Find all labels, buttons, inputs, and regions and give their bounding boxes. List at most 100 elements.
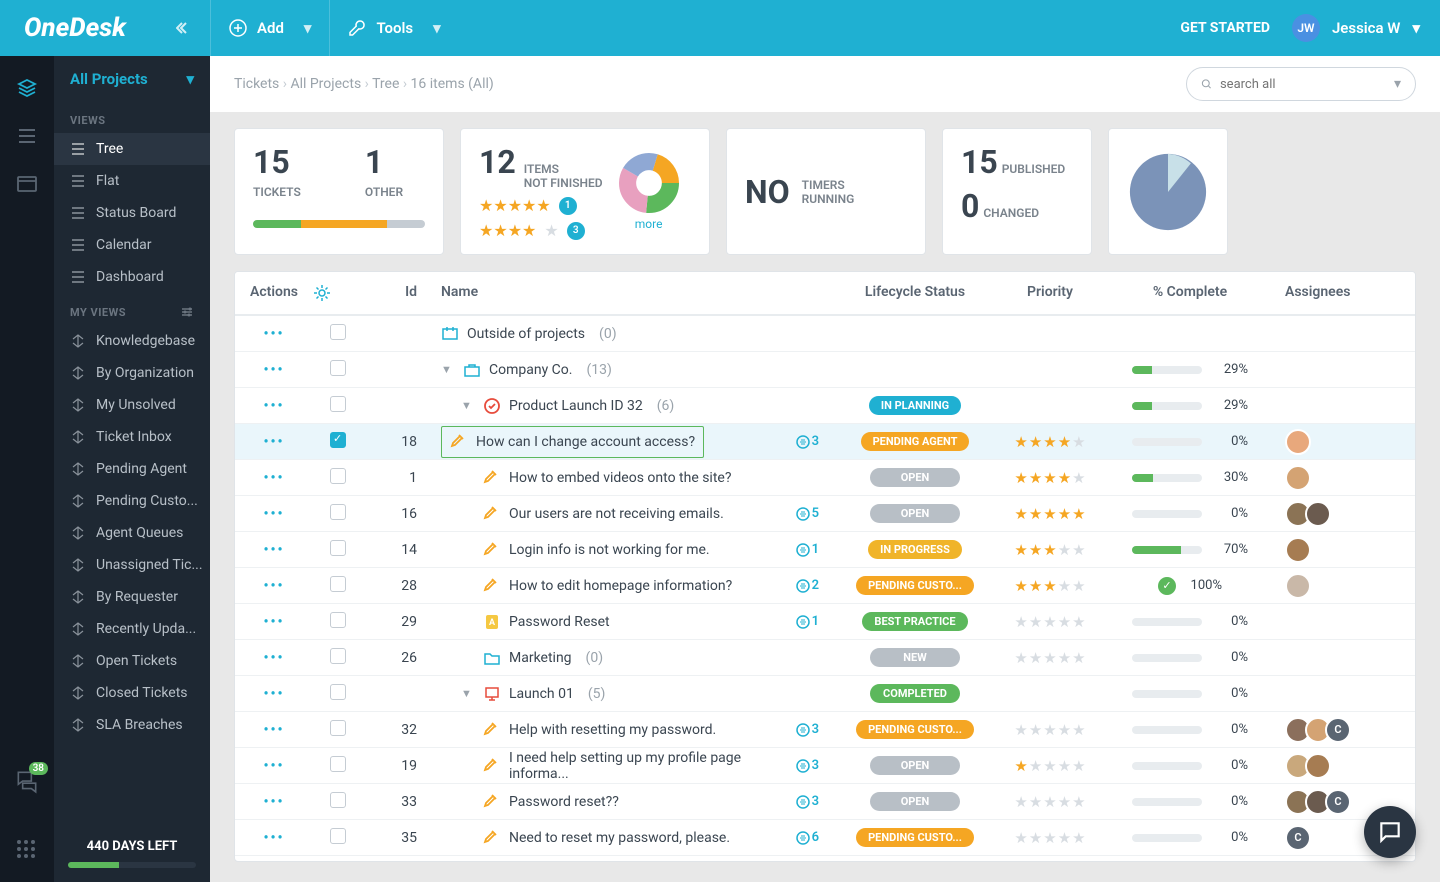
chat-fab[interactable] bbox=[1364, 806, 1416, 858]
assignees-cell[interactable] bbox=[1285, 753, 1415, 779]
sidebar-myview-item[interactable]: Open Tickets bbox=[54, 645, 210, 677]
expand-caret-icon[interactable]: ▼ bbox=[441, 363, 455, 376]
row-checkbox[interactable] bbox=[330, 468, 346, 484]
search-box[interactable]: ▾ bbox=[1186, 67, 1416, 101]
status-pill[interactable]: PENDING AGENT bbox=[861, 432, 970, 451]
status-pill[interactable]: OPEN bbox=[870, 792, 960, 811]
row-actions-button[interactable]: ••• bbox=[263, 722, 284, 738]
assignees-cell[interactable] bbox=[1285, 537, 1415, 563]
sidebar-myview-item[interactable]: Unassigned Tic... bbox=[54, 549, 210, 581]
breadcrumb-item[interactable]: Tree bbox=[372, 76, 399, 92]
assignees-cell[interactable] bbox=[1285, 573, 1415, 599]
assignees-cell[interactable]: C bbox=[1285, 717, 1415, 743]
sidebar-view-item[interactable]: Tree bbox=[54, 133, 210, 165]
expand-caret-icon[interactable]: ▼ bbox=[461, 687, 475, 700]
table-row[interactable]: •••28How to edit homepage information?2P… bbox=[235, 568, 1415, 604]
status-pill[interactable]: OPEN bbox=[870, 756, 960, 775]
progress-cell[interactable]: 29% bbox=[1105, 398, 1275, 413]
row-actions-button[interactable]: ••• bbox=[263, 326, 284, 342]
status-pill[interactable]: IN PLANNING bbox=[869, 396, 961, 415]
table-row[interactable]: •••▼Launch 01(5)COMPLETED0% bbox=[235, 676, 1415, 712]
message-count-badge[interactable]: 1 bbox=[796, 542, 819, 557]
rail-list-icon[interactable] bbox=[15, 124, 39, 148]
sidebar-view-item[interactable]: Flat bbox=[54, 165, 210, 197]
message-count-badge[interactable]: 3 bbox=[796, 758, 819, 773]
row-actions-button[interactable]: ••• bbox=[263, 470, 284, 486]
avatar[interactable]: C bbox=[1325, 789, 1351, 815]
sidebar-view-item[interactable]: Dashboard bbox=[54, 261, 210, 293]
chevron-down-icon[interactable]: ▾ bbox=[1394, 76, 1401, 92]
priority-stars[interactable]: ★★★★★ bbox=[995, 577, 1105, 595]
progress-cell[interactable]: 70% bbox=[1105, 542, 1275, 557]
progress-cell[interactable]: 0% bbox=[1105, 506, 1275, 521]
col-priority[interactable]: Priority bbox=[995, 284, 1105, 302]
sidebar-myview-item[interactable]: Closed Tickets bbox=[54, 677, 210, 709]
message-count-badge[interactable]: 5 bbox=[796, 506, 819, 521]
row-actions-button[interactable]: ••• bbox=[263, 614, 284, 630]
table-row[interactable]: •••19I need help setting up my profile p… bbox=[235, 748, 1415, 784]
breadcrumb-item[interactable]: 16 items (All) bbox=[411, 76, 494, 92]
row-actions-button[interactable]: ••• bbox=[263, 434, 284, 450]
row-checkbox[interactable] bbox=[330, 396, 346, 412]
message-count-badge[interactable]: 3 bbox=[796, 722, 819, 737]
table-row[interactable]: •••33Password reset??3OPEN★★★★★0%C bbox=[235, 784, 1415, 820]
sidebar-view-item[interactable]: Calendar bbox=[54, 229, 210, 261]
sidebar-myview-item[interactable]: Pending Agent bbox=[54, 453, 210, 485]
row-checkbox[interactable] bbox=[330, 432, 346, 448]
assignees-cell[interactable] bbox=[1285, 501, 1415, 527]
priority-stars[interactable]: ★★★★★ bbox=[995, 721, 1105, 739]
assignees-cell[interactable] bbox=[1285, 429, 1415, 455]
avatar[interactable] bbox=[1305, 501, 1331, 527]
row-actions-button[interactable]: ••• bbox=[263, 830, 284, 846]
progress-cell[interactable]: 0% bbox=[1105, 686, 1275, 701]
status-pill[interactable]: PENDING CUSTO... bbox=[856, 720, 974, 739]
priority-stars[interactable]: ★★★★★ bbox=[995, 793, 1105, 811]
priority-stars[interactable]: ★★★★★ bbox=[995, 613, 1105, 631]
avatar[interactable] bbox=[1305, 753, 1331, 779]
avatar[interactable] bbox=[1285, 537, 1311, 563]
table-row[interactable]: •••29APassword Reset1BEST PRACTICE★★★★★0… bbox=[235, 604, 1415, 640]
sidebar-myview-item[interactable]: My Unsolved bbox=[54, 389, 210, 421]
sidebar-myview-item[interactable]: By Requester bbox=[54, 581, 210, 613]
progress-cell[interactable]: 0% bbox=[1105, 794, 1275, 809]
message-count-badge[interactable]: 2 bbox=[796, 578, 819, 593]
row-actions-button[interactable]: ••• bbox=[263, 758, 284, 774]
row-actions-button[interactable]: ••• bbox=[263, 398, 284, 414]
sidebar-myview-item[interactable]: SLA Breaches bbox=[54, 709, 210, 741]
message-count-badge[interactable]: 3 bbox=[796, 794, 819, 809]
status-pill[interactable]: OPEN bbox=[870, 504, 960, 523]
row-checkbox[interactable] bbox=[330, 792, 346, 808]
table-row[interactable]: •••35Need to reset my password, please.6… bbox=[235, 820, 1415, 856]
progress-cell[interactable]: ✓100% bbox=[1105, 577, 1275, 595]
status-pill[interactable]: PENDING CUSTO... bbox=[856, 828, 974, 847]
avatar[interactable] bbox=[1285, 429, 1311, 455]
status-pill[interactable]: BEST PRACTICE bbox=[862, 612, 967, 631]
sidebar-myview-item[interactable]: Agent Queues bbox=[54, 517, 210, 549]
row-actions-button[interactable]: ••• bbox=[263, 506, 284, 522]
message-count-badge[interactable]: 1 bbox=[796, 614, 819, 629]
priority-stars[interactable]: ★★★★★ bbox=[995, 649, 1105, 667]
settings-icon[interactable] bbox=[180, 305, 194, 319]
sidebar-myview-item[interactable]: Recently Upda... bbox=[54, 613, 210, 645]
message-count-badge[interactable]: 3 bbox=[796, 434, 819, 449]
table-row[interactable]: •••14Login info is not working for me.1I… bbox=[235, 532, 1415, 568]
rail-tickets-icon[interactable] bbox=[15, 76, 39, 100]
priority-stars[interactable]: ★★★★★ bbox=[995, 469, 1105, 487]
progress-cell[interactable]: 0% bbox=[1105, 758, 1275, 773]
sidebar-view-item[interactable]: Status Board bbox=[54, 197, 210, 229]
status-pill[interactable]: OPEN bbox=[870, 468, 960, 487]
row-checkbox[interactable] bbox=[330, 504, 346, 520]
rail-apps-icon[interactable] bbox=[15, 838, 39, 862]
sidebar-myview-item[interactable]: By Organization bbox=[54, 357, 210, 389]
status-pill[interactable]: NEW bbox=[870, 648, 960, 667]
gear-icon[interactable] bbox=[313, 284, 363, 302]
more-link[interactable]: more bbox=[619, 217, 679, 231]
add-button[interactable]: Add ▾ bbox=[210, 0, 329, 56]
status-pill[interactable]: PENDING CUSTO... bbox=[856, 576, 974, 595]
row-actions-button[interactable]: ••• bbox=[263, 650, 284, 666]
row-checkbox[interactable] bbox=[330, 576, 346, 592]
priority-stars[interactable]: ★★★★★ bbox=[995, 541, 1105, 559]
table-row[interactable]: •••▼Company Co.(13)29% bbox=[235, 352, 1415, 388]
rail-messages-icon[interactable]: 38 bbox=[14, 768, 40, 794]
col-name[interactable]: Name bbox=[433, 284, 835, 302]
